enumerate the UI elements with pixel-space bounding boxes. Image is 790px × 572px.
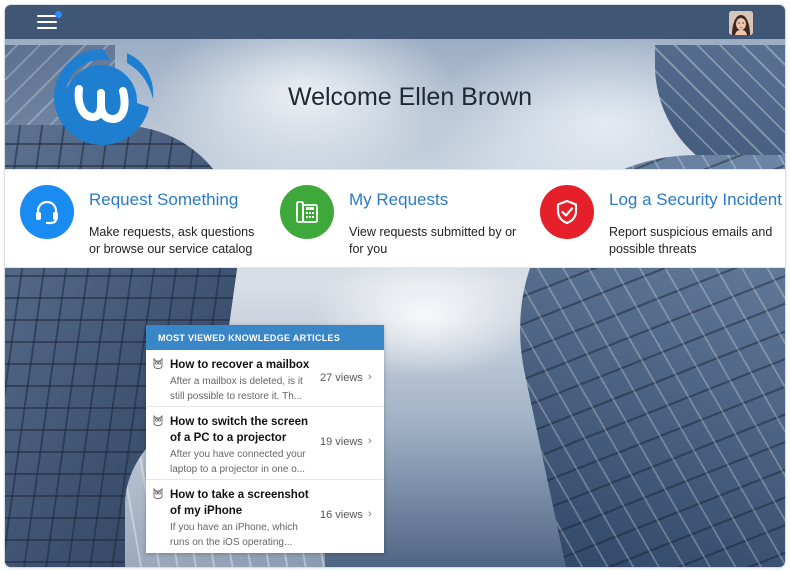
owl-icon (153, 358, 163, 369)
article-title[interactable]: How to switch the screen of a PC to a pr… (170, 414, 320, 446)
action-cards: Request Something Make requests, ask que… (5, 169, 785, 268)
knowledge-article-item[interactable]: How to recover a mailbox After a mailbox… (146, 350, 384, 407)
top-navigation-bar (5, 5, 785, 39)
card-title[interactable]: My Requests (349, 190, 448, 210)
chevron-right-icon: › (368, 435, 372, 447)
card-title[interactable]: Request Something (89, 190, 238, 210)
desk-phone-icon (280, 185, 334, 239)
owl-icon (153, 488, 163, 499)
chevron-right-icon: › (368, 508, 372, 520)
knowledge-article-item[interactable]: How to switch the screen of a PC to a pr… (146, 407, 384, 480)
card-description: View requests submitted by or for you (349, 225, 517, 256)
article-title[interactable]: How to take a screenshot of my iPhone (170, 487, 320, 519)
knowledge-articles-panel: MOST VIEWED KNOWLEDGE ARTICLES How to re… (146, 325, 384, 553)
welcome-heading: Welcome Ellen Brown (287, 83, 533, 111)
request-something-card[interactable]: Request Something Make requests, ask que… (19, 170, 279, 269)
article-snippet: If you have an iPhone, which runs on the… (170, 522, 298, 548)
article-snippet: After you have connected your laptop to … (170, 449, 306, 475)
portal-page: Welcome Ellen Brown Request Something Ma… (5, 5, 785, 567)
shield-check-icon (540, 185, 594, 239)
article-title[interactable]: How to recover a mailbox (170, 357, 320, 373)
card-description: Make requests, ask questions or browse o… (89, 225, 255, 256)
chevron-right-icon: › (368, 371, 372, 383)
user-avatar[interactable] (729, 11, 753, 35)
article-views: 27 views (320, 372, 363, 384)
article-views: 19 views (320, 436, 363, 448)
card-title[interactable]: Log a Security Incident (609, 190, 782, 210)
article-views: 16 views (320, 509, 363, 521)
owl-icon (153, 415, 163, 426)
card-description: Report suspicious emails and possible th… (609, 225, 773, 256)
article-snippet: After a mailbox is deleted, is it still … (170, 376, 303, 402)
knowledge-article-item[interactable]: How to take a screenshot of my iPhone If… (146, 480, 384, 553)
my-requests-card[interactable]: My Requests View requests submitted by o… (279, 170, 539, 269)
notification-dot (55, 11, 62, 18)
hamburger-menu-icon[interactable] (37, 13, 57, 31)
headset-icon (20, 185, 74, 239)
panel-header: MOST VIEWED KNOWLEDGE ARTICLES (146, 325, 384, 350)
log-security-incident-card[interactable]: Log a Security Incident Report suspiciou… (539, 170, 785, 269)
